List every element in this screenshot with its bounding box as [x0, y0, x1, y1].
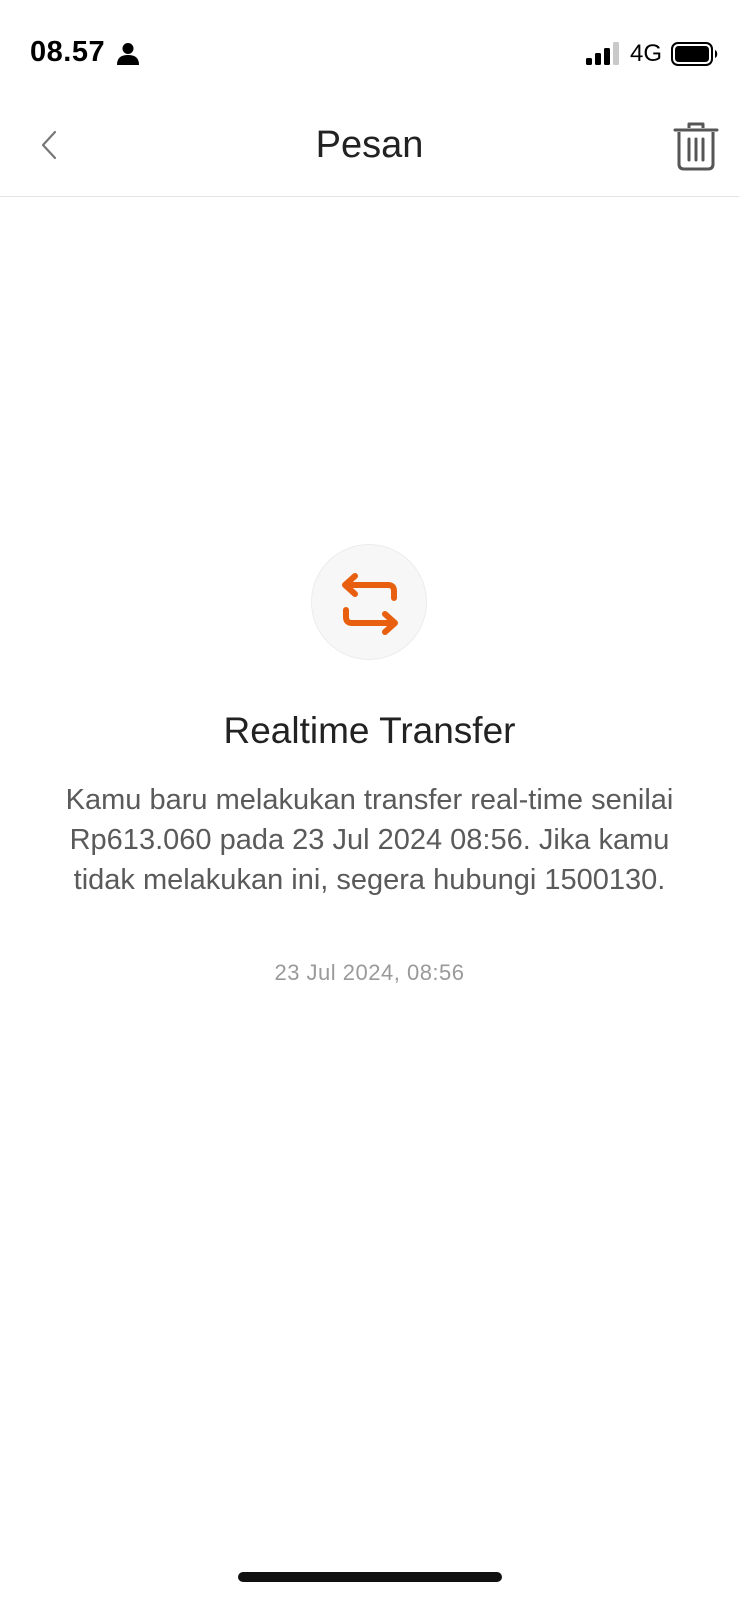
header: Pesan — [0, 100, 739, 197]
signal-icon — [586, 42, 619, 65]
battery-icon — [671, 42, 718, 66]
message-body: Kamu baru melakukan transfer real-time s… — [65, 784, 674, 896]
home-indicator[interactable] — [238, 1572, 502, 1582]
status-bar: 08.57 4G — [0, 0, 739, 100]
message-date: 23 Jul 2024, 08:56 — [274, 960, 465, 985]
transfer-arrows-icon — [342, 573, 398, 635]
message-icon-circle — [311, 544, 427, 660]
page-title: Pesan — [315, 124, 424, 166]
person-icon — [117, 43, 139, 65]
message-title: Realtime Transfer — [223, 710, 516, 751]
status-time: 08.57 — [30, 36, 106, 68]
trash-icon[interactable] — [672, 122, 720, 172]
network-type: 4G — [630, 40, 663, 67]
